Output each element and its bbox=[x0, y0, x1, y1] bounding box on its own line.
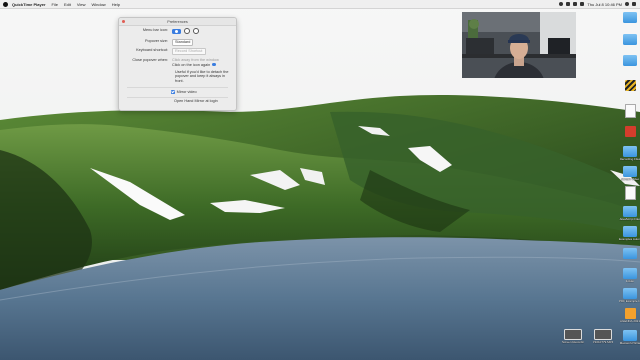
file-icon bbox=[624, 126, 636, 137]
desktop-item-10-label: JavaScript Files bbox=[619, 218, 640, 221]
file-icon bbox=[624, 308, 636, 319]
menu-clock[interactable]: Thu Jul 8 10:46 PM bbox=[587, 2, 622, 7]
close-option-click-icon-label: Click on the icon again bbox=[172, 62, 211, 67]
webcam-feed-image bbox=[462, 12, 576, 78]
desktop-item-7-label: Recording Files bbox=[619, 158, 640, 161]
keyboard-shortcut-row: Keyboard shortcut: Record Shortcut bbox=[119, 48, 236, 55]
desktop-item-12[interactable] bbox=[621, 248, 639, 259]
desktop-item-8-label: Sample Video bbox=[620, 178, 640, 181]
menu-bar-icon-label: Menu bar icon: bbox=[142, 28, 168, 32]
folder-icon bbox=[623, 34, 637, 45]
keyboard-shortcut-recorder[interactable]: Record Shortcut bbox=[172, 48, 206, 55]
divider-1 bbox=[127, 87, 228, 88]
webcam-overlay bbox=[462, 12, 576, 78]
open-at-login-button[interactable]: Open Hand Mirror at login bbox=[174, 99, 218, 104]
dropbox-status-icon[interactable] bbox=[566, 2, 571, 6]
popover-size-label: Popover size: bbox=[144, 39, 168, 43]
close-window-button[interactable] bbox=[122, 20, 125, 23]
popover-size-select[interactable]: Standard bbox=[172, 39, 194, 46]
popover-size-row: Popover size: Standard bbox=[119, 39, 236, 46]
desktop-item-2[interactable] bbox=[621, 34, 639, 45]
menu-file[interactable]: File bbox=[52, 2, 58, 7]
desktop-item-11-label: Examples Automator bbox=[619, 238, 640, 241]
info-icon[interactable] bbox=[212, 62, 216, 67]
menu-bar-icon-row: Menu bar icon: bbox=[119, 28, 236, 34]
desktop-item-4[interactable] bbox=[621, 80, 639, 91]
status-area: Thu Jul 8 10:46 PM bbox=[559, 2, 640, 7]
window-title: Preferences bbox=[167, 19, 188, 24]
folder-icon bbox=[623, 206, 637, 217]
folder-icon bbox=[623, 288, 637, 299]
mirror-video-checkbox[interactable] bbox=[171, 90, 175, 94]
video-thumbnail-icon bbox=[564, 329, 582, 340]
desktop-item-16[interactable]: Macworld Write bbox=[619, 330, 640, 345]
preferences-titlebar[interactable]: Preferences bbox=[119, 18, 236, 26]
wifi-status-icon[interactable] bbox=[573, 2, 578, 6]
screen-recording-file[interactable]: Screen Recording 2021-0...PM.mov bbox=[562, 329, 584, 344]
desktop-item-15-label: AGENDA 2021 bbox=[620, 320, 640, 323]
spotlight-icon[interactable] bbox=[625, 2, 629, 6]
desktop-item-11[interactable]: Examples Automator bbox=[619, 226, 640, 241]
battery-status-icon[interactable] bbox=[580, 2, 585, 6]
desktop-item-1[interactable] bbox=[621, 12, 639, 23]
keyboard-shortcut-label: Keyboard shortcut: bbox=[136, 48, 168, 52]
folder-icon bbox=[623, 55, 637, 66]
folder-icon bbox=[623, 146, 637, 157]
video-thumbnail-icon bbox=[594, 329, 612, 340]
screen-recording-label: Screen Recording 2021-0...PM.mov bbox=[562, 341, 584, 344]
mirror-video-label: Mirror video bbox=[176, 90, 197, 94]
menu-bar-icon-option-3[interactable] bbox=[193, 28, 199, 34]
document-icon bbox=[624, 104, 636, 118]
desktop-item-14-label: PDF Example Folder bbox=[619, 300, 640, 303]
menu-bar-icon-segmented bbox=[172, 28, 199, 34]
desktop-item-10[interactable]: JavaScript Files bbox=[619, 206, 640, 221]
apple-menu-icon[interactable] bbox=[3, 1, 8, 7]
menu-bar-icon-option-2[interactable] bbox=[184, 28, 190, 34]
close-option-click-icon[interactable]: Click on the icon again bbox=[172, 63, 219, 68]
menu-edit[interactable]: Edit bbox=[64, 2, 71, 7]
desktop-item-8[interactable]: Sample Video bbox=[621, 166, 639, 181]
close-popover-help-text: Useful if you'd like to detach the popov… bbox=[175, 70, 229, 83]
mp4-file-label: P1010779.MP4 bbox=[592, 341, 614, 344]
folder-icon bbox=[623, 248, 637, 259]
desktop-item-9[interactable] bbox=[621, 186, 639, 200]
desktop-item-16-label: Macworld Write bbox=[619, 342, 640, 345]
folder-icon bbox=[623, 226, 637, 237]
preferences-window: Preferences Menu bar icon: Popover size:… bbox=[118, 17, 237, 111]
folder-icon bbox=[623, 12, 637, 23]
desktop-item-6[interactable] bbox=[621, 126, 639, 137]
close-popover-label: Close popover when: bbox=[132, 58, 168, 62]
desktop-item-13-label: Folder bbox=[625, 280, 635, 283]
folder-icon bbox=[623, 166, 637, 177]
desktop-item-15[interactable]: AGENDA 2021 bbox=[620, 308, 640, 323]
desktop-item-14[interactable]: PDF Example Folder bbox=[619, 288, 640, 303]
control-center-icon[interactable] bbox=[632, 2, 636, 6]
menu-bar: QuickTime Player File Edit View Window H… bbox=[0, 0, 640, 9]
document-icon bbox=[624, 186, 636, 200]
menu-help[interactable]: Help bbox=[112, 2, 120, 7]
file-icon bbox=[624, 80, 636, 91]
folder-icon bbox=[623, 268, 637, 279]
hand-mirror-status-icon[interactable] bbox=[559, 2, 564, 6]
menu-bar-icon-option-1[interactable] bbox=[172, 28, 181, 34]
mirror-video-row[interactable]: Mirror video bbox=[171, 90, 197, 95]
menu-app-name[interactable]: QuickTime Player bbox=[12, 2, 46, 7]
folder-icon bbox=[623, 330, 637, 341]
desktop-item-3[interactable] bbox=[621, 55, 639, 66]
desktop-item-5[interactable] bbox=[621, 104, 639, 118]
mp4-file[interactable]: P1010779.MP4 bbox=[592, 329, 614, 344]
desktop-item-13[interactable]: Folder bbox=[621, 268, 639, 283]
menu-window[interactable]: Window bbox=[91, 2, 105, 7]
divider-2 bbox=[127, 97, 228, 98]
menu-view[interactable]: View bbox=[77, 2, 86, 7]
desktop-item-7[interactable]: Recording Files bbox=[619, 146, 640, 161]
